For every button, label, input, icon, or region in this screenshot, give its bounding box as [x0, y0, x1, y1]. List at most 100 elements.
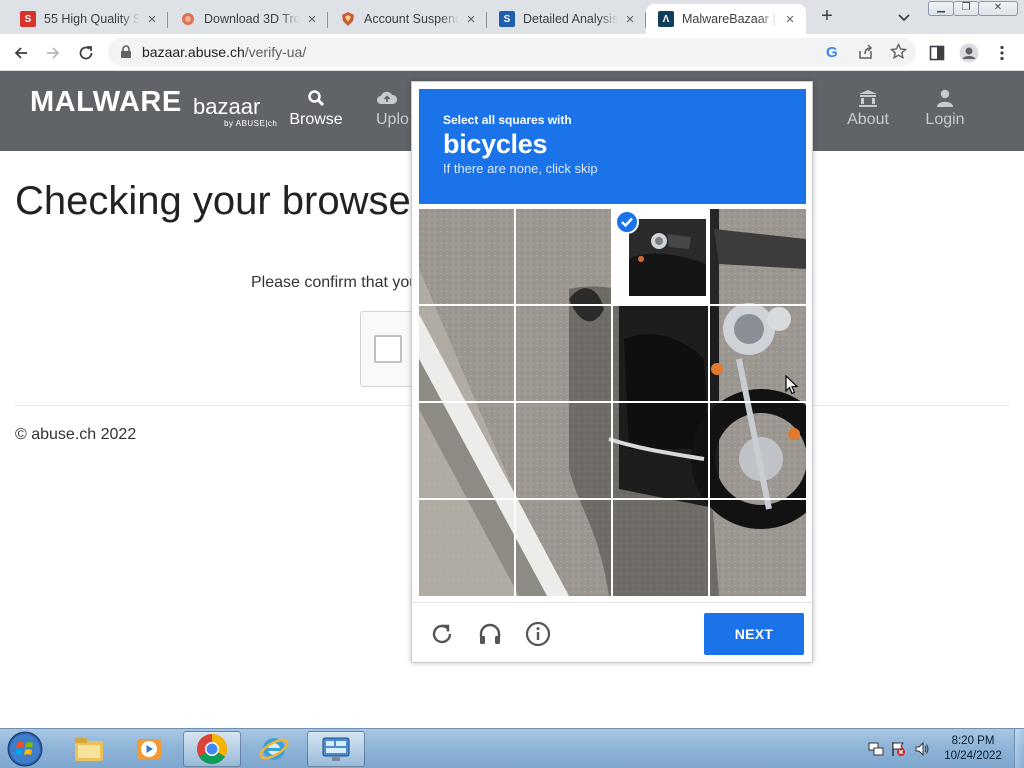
chrome-icon: [196, 734, 228, 765]
url-text: bazaar.abuse.ch/verify-ua/: [142, 44, 306, 60]
search-icon: [308, 90, 325, 107]
confirm-human-text: Please confirm that you: [251, 274, 419, 291]
reload-icon[interactable]: [429, 621, 455, 647]
tab-title: MalwareBazaar | B: [682, 12, 778, 26]
logo-bazaar-text: bazaar: [193, 94, 261, 119]
clock-date: 10/24/2022: [944, 750, 1002, 762]
tab-search-chevron-icon[interactable]: [895, 8, 913, 26]
browser-tab[interactable]: Download 3D Trop ×: [168, 4, 328, 34]
grid-tile[interactable]: [419, 209, 515, 305]
captcha-checkbox[interactable]: [374, 335, 402, 363]
user-icon: [937, 89, 953, 107]
media-player-icon: [137, 739, 161, 759]
reload-icon[interactable]: [75, 42, 97, 64]
nav-item-login[interactable]: Login: [905, 89, 985, 129]
clock-time: 8:20 PM: [951, 735, 995, 747]
control-panel-icon: [322, 737, 350, 761]
grid-tile[interactable]: [516, 500, 612, 596]
browser-tab[interactable]: Account Suspende ×: [328, 4, 487, 34]
profile-avatar-icon[interactable]: [958, 42, 980, 64]
challenge-image-grid: [419, 209, 806, 596]
explorer-icon: [75, 738, 103, 761]
browser-tab[interactable]: S Detailed Analysis ×: [487, 4, 646, 34]
show-desktop-button[interactable]: [1014, 729, 1024, 768]
start-button[interactable]: [3, 730, 47, 768]
grid-tile[interactable]: [516, 306, 612, 402]
google-lens-icon[interactable]: G: [826, 44, 838, 61]
close-tab-icon[interactable]: ×: [782, 11, 798, 28]
grid-tile[interactable]: [419, 500, 515, 596]
nav-item-browse[interactable]: Browse: [276, 89, 356, 129]
maximize-button[interactable]: ❐: [953, 1, 979, 16]
taskbar-internet-explorer[interactable]: [245, 731, 303, 767]
challenge-skip-hint: If there are none, click skip: [443, 161, 598, 176]
url-host: bazaar.abuse.ch: [142, 44, 245, 60]
taskbar-media-player[interactable]: [120, 731, 178, 767]
page-title: Checking your browse: [15, 179, 411, 223]
side-panel-icon[interactable]: [926, 42, 948, 64]
windows-orb-icon: [7, 731, 43, 767]
taskbar-control-panel[interactable]: [307, 731, 365, 767]
grid-tile[interactable]: [613, 500, 709, 596]
ie-icon: [259, 738, 289, 760]
lock-icon[interactable]: [120, 45, 132, 64]
minimize-button[interactable]: ▁: [928, 1, 954, 16]
challenge-footer: NEXT: [412, 602, 812, 662]
audio-icon[interactable]: [477, 621, 503, 647]
close-window-button[interactable]: ✕: [978, 1, 1018, 16]
captcha-challenge-dialog: Select all squares with bicycles If ther…: [411, 81, 813, 663]
grid-tile[interactable]: [516, 209, 612, 305]
taskbar-explorer[interactable]: [60, 731, 118, 767]
close-tab-icon[interactable]: ×: [622, 11, 638, 28]
close-tab-icon[interactable]: ×: [463, 11, 479, 28]
system-clock[interactable]: 8:20 PM 10/24/2022: [935, 734, 1011, 764]
grid-tile[interactable]: [419, 306, 515, 402]
back-arrow-icon[interactable]: [10, 42, 32, 64]
info-icon[interactable]: [525, 621, 551, 647]
grid-tile[interactable]: [613, 306, 709, 402]
grid-tile[interactable]: [710, 500, 806, 596]
address-bar[interactable]: bazaar.abuse.ch/verify-ua/ G: [108, 38, 916, 66]
next-button[interactable]: NEXT: [704, 613, 804, 655]
grid-tile[interactable]: [613, 403, 709, 499]
tile-selected-check-icon: [615, 210, 639, 234]
share-icon[interactable]: [858, 44, 874, 65]
close-tab-icon[interactable]: ×: [304, 11, 320, 28]
grid-tile[interactable]: [710, 209, 806, 305]
nav-item-label: Uplo: [376, 111, 409, 128]
nav-item-about[interactable]: About: [828, 89, 908, 129]
tab-title: 55 High Quality Si: [44, 12, 140, 26]
windows-taskbar: 8:20 PM 10/24/2022: [0, 728, 1024, 768]
browser-tab[interactable]: S 55 High Quality Si ×: [8, 4, 168, 34]
browser-tab-strip: S 55 High Quality Si × Download 3D Trop …: [0, 0, 1024, 34]
grid-tile[interactable]: [419, 403, 515, 499]
url-path: /verify-ua/: [244, 44, 307, 60]
grid-tile[interactable]: [516, 403, 612, 499]
grid-tile[interactable]: [710, 403, 806, 499]
browser-tab-active[interactable]: Λ MalwareBazaar | B ×: [646, 4, 806, 34]
selected-tile-image[interactable]: [629, 219, 706, 296]
footer-copyright: © abuse.ch 2022: [15, 426, 137, 443]
nav-item-label: Login: [925, 111, 965, 128]
upload-icon: [377, 91, 398, 104]
new-tab-button[interactable]: +: [816, 6, 838, 28]
tab-title: Download 3D Trop: [204, 12, 300, 26]
forward-arrow-icon[interactable]: [42, 42, 64, 64]
bookmark-star-icon[interactable]: [889, 42, 908, 65]
volume-icon[interactable]: [914, 741, 930, 762]
tab-title: Detailed Analysis: [523, 12, 618, 26]
close-tab-icon[interactable]: ×: [144, 11, 160, 28]
tab-favicon: S: [20, 11, 36, 27]
taskbar-chrome[interactable]: [183, 731, 241, 767]
action-center-flag-icon[interactable]: [890, 741, 906, 762]
browser-menu-icon[interactable]: [991, 42, 1013, 64]
challenge-object: bicycles: [443, 129, 548, 159]
network-icon[interactable]: [868, 741, 884, 762]
nav-item-upload[interactable]: Uplo: [352, 89, 412, 129]
tab-favicon: Λ: [658, 11, 674, 27]
tab-favicon: [180, 11, 196, 27]
nav-item-label: About: [847, 111, 889, 128]
tab-title: Account Suspende: [364, 12, 459, 26]
challenge-header: Select all squares with bicycles If ther…: [419, 89, 806, 204]
tab-favicon: S: [499, 11, 515, 27]
